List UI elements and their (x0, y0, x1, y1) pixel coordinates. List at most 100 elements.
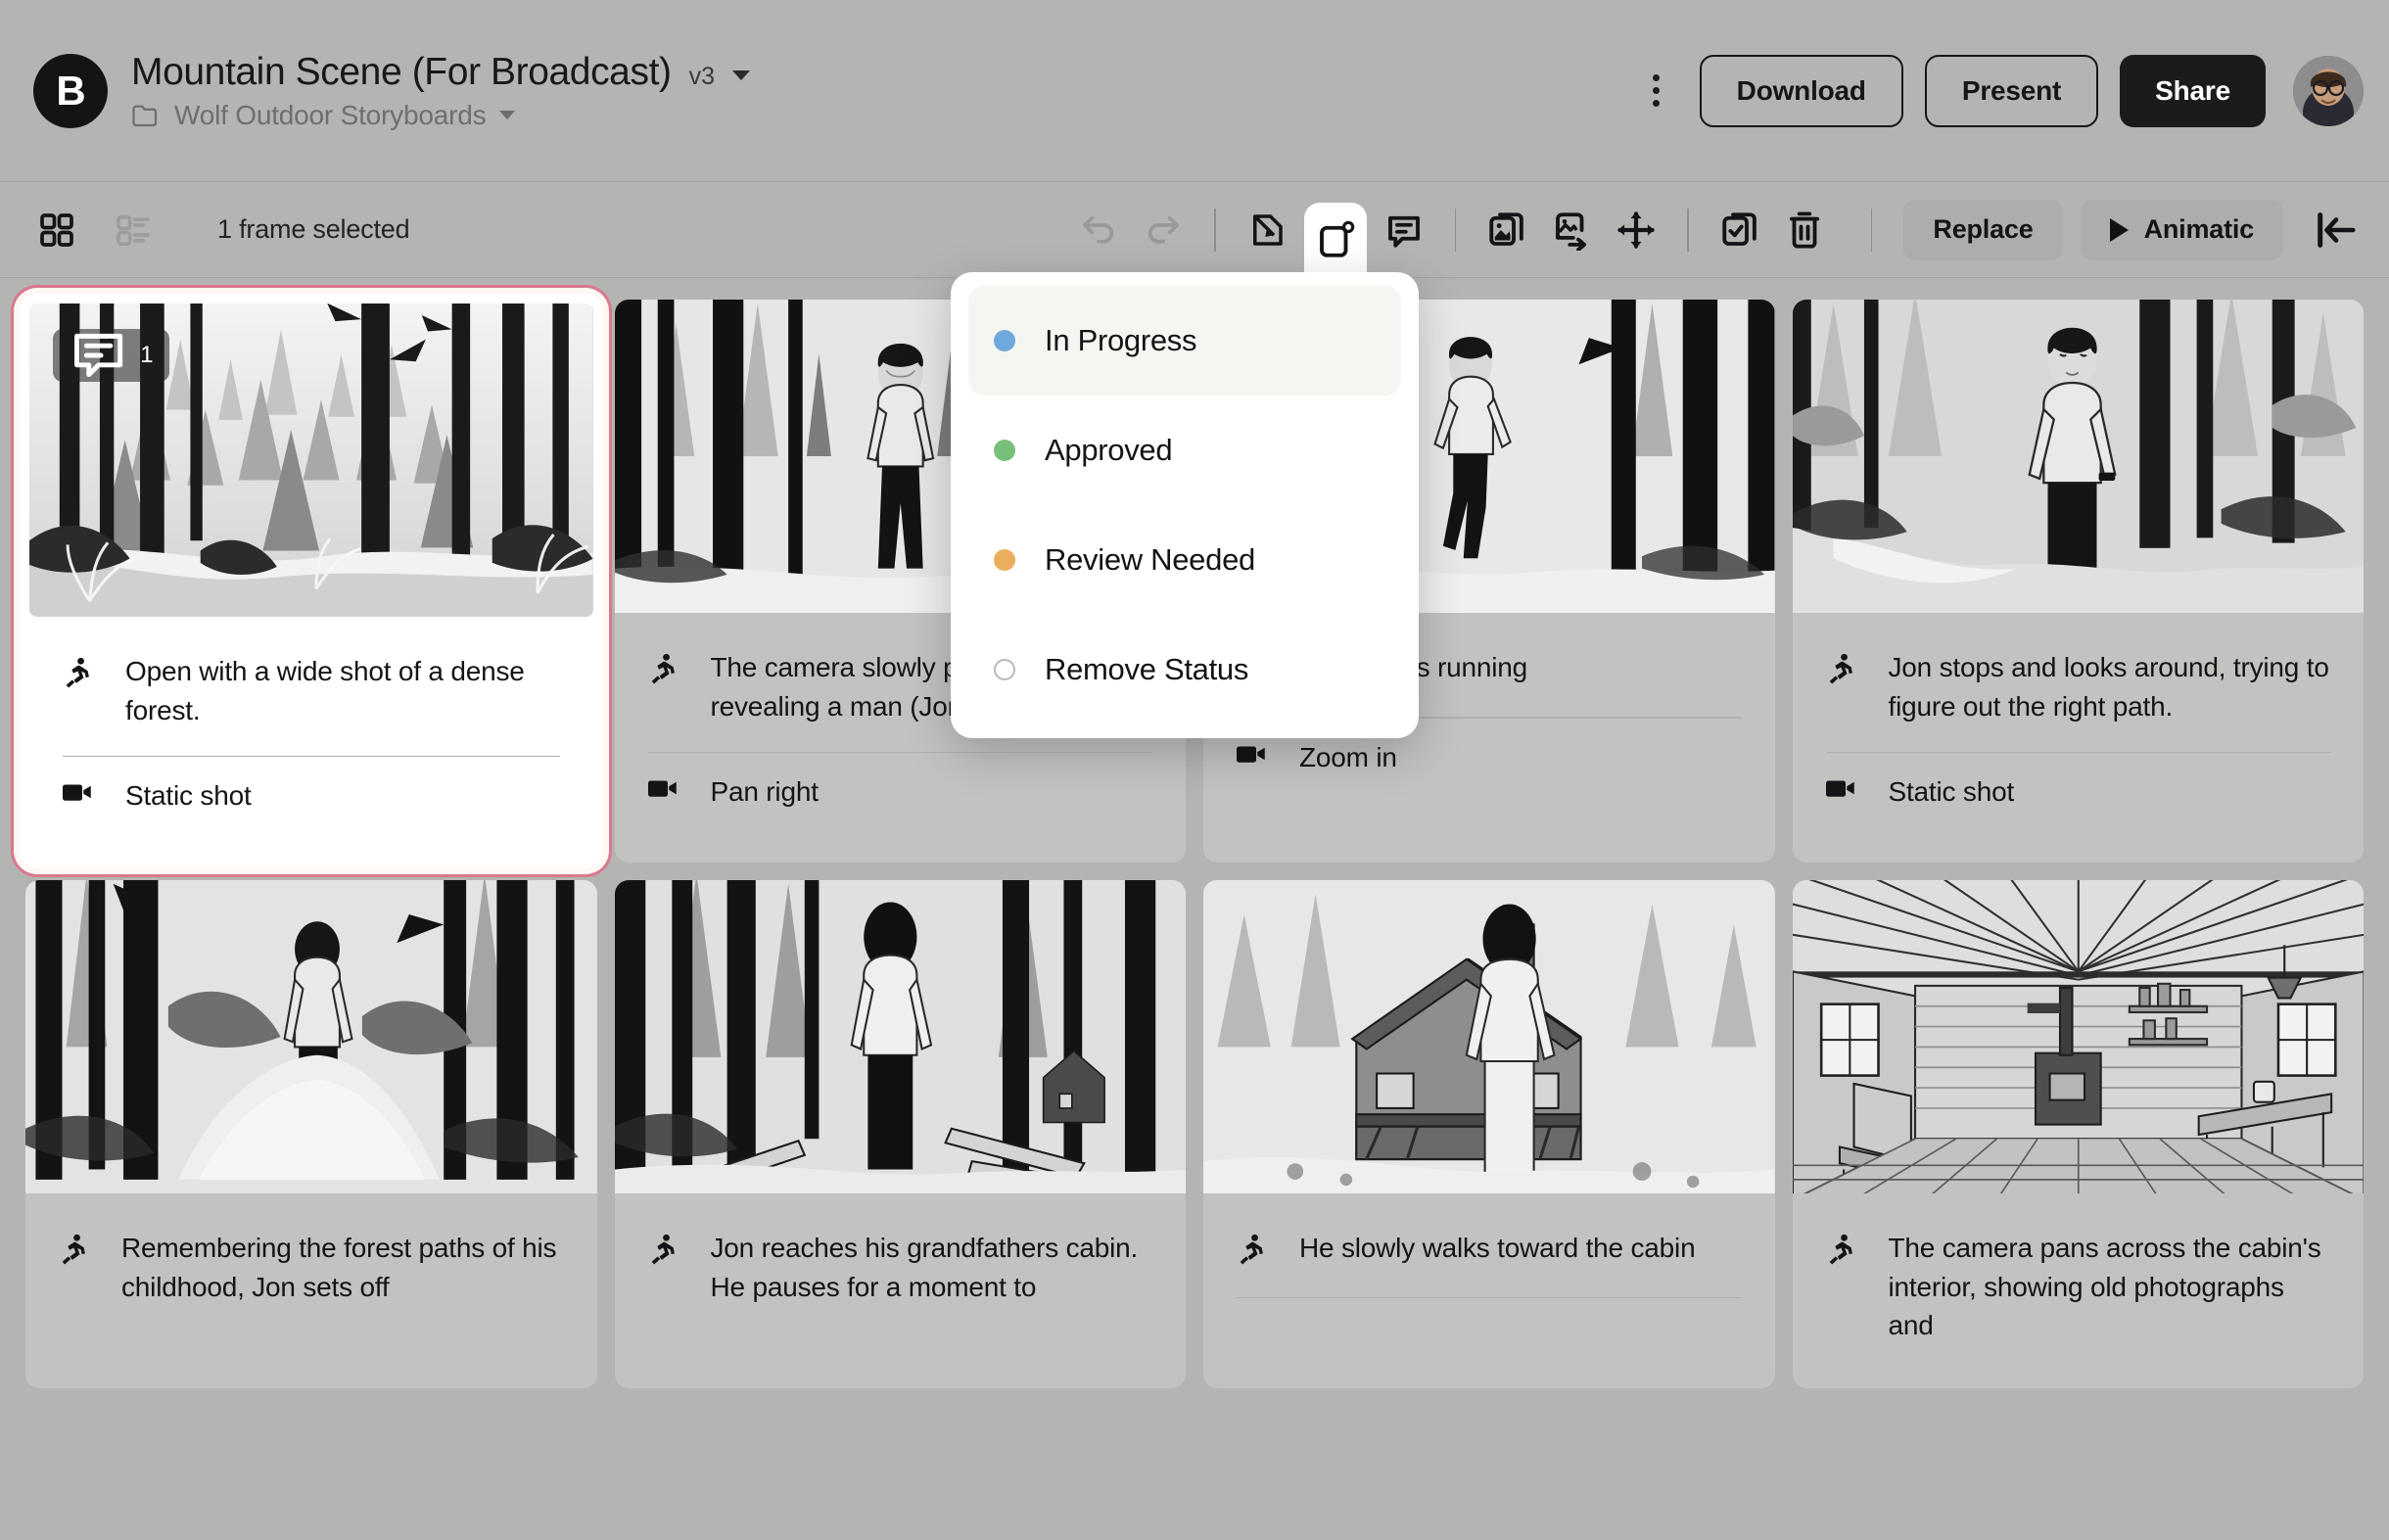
duplicate-frame-icon[interactable] (1479, 203, 1534, 257)
frame-camera-text-2: Pan right (711, 772, 819, 812)
toolbar-left: 1 frame selected (31, 205, 409, 256)
camera-icon (648, 772, 681, 804)
share-button[interactable]: Share (2120, 55, 2266, 127)
grid-view-icon[interactable] (31, 205, 82, 256)
menu-item-approved[interactable]: Approved (968, 396, 1401, 505)
running-glyph (63, 657, 92, 690)
frame-camera-text-4: Static shot (1889, 772, 2015, 812)
running-glyph (1237, 1234, 1266, 1267)
status-dot-approved (994, 440, 1015, 461)
status-glyph (1315, 219, 1356, 260)
frame-divider-4 (1826, 752, 2331, 754)
scene-man-back-path (25, 880, 597, 1193)
select-icon[interactable] (1712, 203, 1767, 257)
title-block: Mountain Scene (For Broadcast) v3 Wolf O… (131, 51, 750, 131)
frame-thumbnail-7[interactable] (1203, 880, 1775, 1193)
menu-item-in-progress[interactable]: In Progress (968, 286, 1401, 396)
frame-action-row-6[interactable]: Jon reaches his grandfathers cabin. He p… (648, 1221, 1153, 1321)
action-running-icon (1826, 1229, 1859, 1272)
menu-item-remove-status[interactable]: Remove Status (968, 615, 1401, 724)
menu-item-label: In Progress (1045, 323, 1196, 358)
frame-action-row-5[interactable]: Remembering the forest paths of his chil… (59, 1221, 564, 1321)
frame-card-6[interactable]: Jon reaches his grandfathers cabin. He p… (615, 880, 1187, 1388)
frame-thumbnail-5[interactable] (25, 880, 597, 1193)
frame-camera-row-4[interactable]: Static shot (1826, 765, 2331, 825)
collapse-panel-icon[interactable] (2309, 203, 2364, 257)
status-icon[interactable] (1304, 203, 1367, 277)
delete-icon[interactable] (1777, 203, 1832, 257)
frame-camera-row-2[interactable]: Pan right (648, 765, 1153, 825)
status-dot-review-needed (994, 549, 1015, 571)
reorder-glyph (1616, 210, 1657, 251)
frame-camera-text-3: Zoom in (1299, 738, 1397, 777)
frame-camera-row-3[interactable]: Zoom in (1237, 730, 1742, 791)
action-running-icon (648, 1229, 681, 1272)
comment-count-value: 1 (140, 342, 153, 369)
menu-item-label: Review Needed (1045, 542, 1255, 578)
frame-card-7[interactable]: He slowly walks toward the cabin (1203, 880, 1775, 1388)
running-glyph (648, 653, 678, 686)
list-view-icon[interactable] (108, 205, 159, 256)
camera-icon (63, 776, 96, 808)
frame-thumbnail-6[interactable] (615, 880, 1187, 1193)
menu-item-label: Approved (1045, 433, 1172, 468)
list-view-glyph (114, 210, 153, 250)
frame-action-row-4[interactable]: Jon stops and looks around, trying to fi… (1826, 640, 2331, 740)
page-title: Mountain Scene (For Broadcast) (131, 51, 672, 94)
present-button[interactable]: Present (1925, 55, 2098, 127)
frame-divider-1 (63, 756, 560, 758)
frame-card-8[interactable]: The camera pans across the cabin's inter… (1793, 880, 2365, 1388)
menu-item-review-needed[interactable]: Review Needed (968, 505, 1401, 615)
scene-man-back-cabin-distant (615, 880, 1187, 1193)
frame-action-text-6: Jon reaches his grandfathers cabin. He p… (711, 1229, 1153, 1307)
frame-body-1: Open with a wide shot of a dense forest.… (29, 617, 593, 859)
frame-action-text-1: Open with a wide shot of a dense forest. (125, 652, 560, 730)
breadcrumb-chevron-down-icon[interactable] (499, 111, 515, 119)
toolbar-divider-3 (1687, 209, 1689, 252)
version-chevron-down-icon[interactable] (732, 70, 750, 80)
version-label: v3 (689, 63, 715, 91)
duplicate-frame-glyph (1486, 210, 1527, 251)
frame-action-text-5: Remembering the forest paths of his chil… (121, 1229, 564, 1307)
action-running-icon (648, 648, 681, 691)
breadcrumb[interactable]: Wolf Outdoor Storyboards (131, 100, 750, 131)
frame-action-row-8[interactable]: The camera pans across the cabin's inter… (1826, 1221, 2331, 1359)
frame-action-row-7[interactable]: He slowly walks toward the cabin (1237, 1221, 1742, 1285)
animatic-button[interactable]: Animatic (2081, 200, 2283, 260)
avatar[interactable] (2293, 56, 2364, 126)
camera-glyph (1237, 743, 1266, 765)
frame-body-6: Jon reaches his grandfathers cabin. He p… (615, 1193, 1187, 1350)
comment-count-badge: 1 (53, 329, 169, 382)
replace-button[interactable]: Replace (1903, 200, 2062, 260)
frame-card-5[interactable]: Remembering the forest paths of his chil… (25, 880, 597, 1388)
frame-thumbnail-4[interactable] (1793, 300, 2365, 613)
reorder-icon[interactable] (1609, 203, 1663, 257)
comment-bubble-icon (69, 329, 128, 382)
selection-count: 1 frame selected (217, 214, 409, 245)
frame-thumbnail-1[interactable]: 1 (29, 303, 593, 617)
app-logo[interactable]: B (33, 54, 108, 128)
annotate-icon[interactable] (1240, 203, 1294, 257)
frame-card-4[interactable]: Jon stops and looks around, trying to fi… (1793, 300, 2365, 863)
comment-icon[interactable] (1377, 203, 1431, 257)
running-glyph (1826, 653, 1855, 686)
status-dot-none (994, 659, 1015, 680)
select-glyph (1719, 210, 1760, 251)
collapse-glyph (2314, 208, 2359, 253)
frame-action-text-7: He slowly walks toward the cabin (1299, 1229, 1695, 1268)
camera-glyph (63, 781, 92, 803)
frame-action-row-1[interactable]: Open with a wide shot of a dense forest. (63, 644, 560, 744)
redo-icon[interactable] (1136, 203, 1191, 257)
action-running-icon (1826, 648, 1859, 691)
download-button[interactable]: Download (1700, 55, 1903, 127)
frame-camera-row-1[interactable]: Static shot (63, 769, 560, 829)
frame-card-1[interactable]: 1 Open with a wide shot of a dense fores… (20, 294, 603, 868)
move-frame-icon[interactable] (1544, 203, 1599, 257)
undo-icon[interactable] (1071, 203, 1126, 257)
play-icon (2110, 218, 2129, 242)
toolbar-divider (1214, 209, 1216, 252)
more-options-icon[interactable] (1635, 67, 1678, 116)
camera-icon (1826, 772, 1859, 804)
folder-icon (131, 103, 161, 128)
frame-thumbnail-8[interactable] (1793, 880, 2365, 1193)
